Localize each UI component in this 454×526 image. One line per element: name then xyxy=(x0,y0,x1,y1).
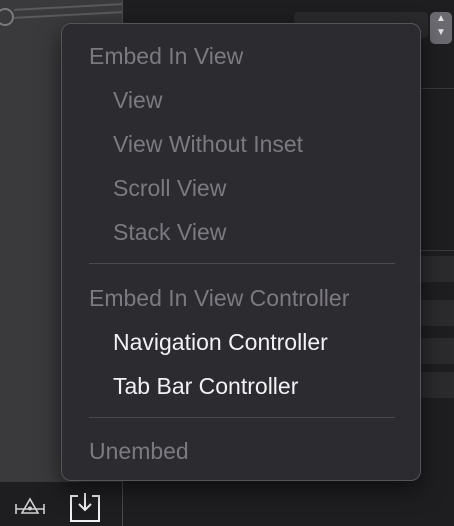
menu-separator xyxy=(89,417,395,418)
resolve-autolayout-issues-icon[interactable] xyxy=(14,496,46,518)
canvas-guide-line xyxy=(14,3,122,11)
embed-in-menu: Embed In View View View Without Inset Sc… xyxy=(61,23,421,481)
menu-item-stack-view[interactable]: Stack View xyxy=(113,217,226,247)
menu-item-navigation-controller[interactable]: Navigation Controller xyxy=(113,327,328,357)
menu-separator xyxy=(89,263,395,264)
menu-header-embed-in-view-controller: Embed In View Controller xyxy=(89,285,350,311)
canvas-guide-line xyxy=(14,11,122,19)
chevron-up-icon[interactable]: ▲ xyxy=(430,12,452,26)
inspector-stepper[interactable]: ▲ ▼ xyxy=(430,12,452,44)
menu-item-scroll-view[interactable]: Scroll View xyxy=(113,173,226,203)
menu-item-view[interactable]: View xyxy=(113,85,162,115)
menu-item-tab-bar-controller[interactable]: Tab Bar Controller xyxy=(113,371,298,401)
menu-item-view-without-inset[interactable]: View Without Inset xyxy=(113,129,303,159)
embed-in-icon[interactable] xyxy=(68,490,102,524)
menu-header-embed-in-view: Embed In View xyxy=(89,43,244,69)
chevron-down-icon[interactable]: ▼ xyxy=(430,26,452,40)
wrench-icon xyxy=(0,8,14,26)
menu-item-unembed[interactable]: Unembed xyxy=(89,436,189,466)
